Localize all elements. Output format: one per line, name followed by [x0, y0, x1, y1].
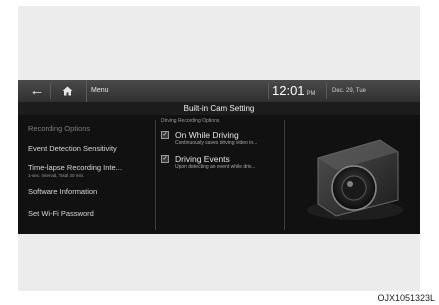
dashcam-image	[300, 118, 410, 233]
option-description: Continuously saves driving video in...	[175, 140, 258, 146]
date-display: Dec. 29, Tue	[332, 88, 367, 94]
page-title: Built-in Cam Setting	[18, 102, 420, 115]
option-description: Upon detecting an event while driv...	[175, 164, 256, 170]
sidebar-item-wifi-password[interactable]: Set Wi-Fi Password	[28, 209, 94, 218]
sidebar-item-recording-options[interactable]: Recording Options	[28, 124, 90, 133]
settings-sidebar: Recording Options Event Detection Sensit…	[18, 115, 156, 234]
divider	[50, 83, 51, 99]
divider	[155, 120, 156, 230]
sidebar-item-time-lapse-recording[interactable]: Time-lapse Recording Inte... 1-sec. Inte…	[28, 163, 122, 178]
option-label: On While Driving	[175, 130, 239, 140]
sidebar-item-label: Time-lapse Recording Inte...	[28, 163, 122, 172]
top-bar: ← Menu 12:01 PM Dec. 29, Tue	[18, 80, 420, 103]
sidebar-item-software-information[interactable]: Software Information	[28, 187, 97, 196]
divider	[326, 83, 327, 99]
divider	[268, 83, 269, 99]
home-icon[interactable]	[56, 80, 78, 102]
menu-button[interactable]: Menu	[86, 80, 113, 102]
clock: 12:01 PM	[272, 80, 316, 102]
checkbox[interactable]: ✓	[161, 155, 169, 163]
clock-ampm: PM	[306, 91, 316, 97]
clock-time: 12:01	[272, 83, 305, 98]
option-label: Driving Events	[175, 154, 230, 164]
infotainment-screen: ← Menu 12:01 PM Dec. 29, Tue Built-in Cam…	[18, 80, 420, 234]
scrollbar-track[interactable]	[284, 120, 285, 230]
section-label: Driving Recording Options	[161, 118, 220, 124]
sidebar-item-event-detection-sensitivity[interactable]: Event Detection Sensitivity	[28, 144, 117, 153]
back-arrow-icon[interactable]: ←	[26, 80, 48, 102]
sidebar-item-sublabel: 1-sec. Interval, Total 30 min.	[28, 173, 85, 178]
figure-caption: OJX1051323L	[377, 293, 435, 303]
checkbox[interactable]: ✓	[161, 131, 169, 139]
